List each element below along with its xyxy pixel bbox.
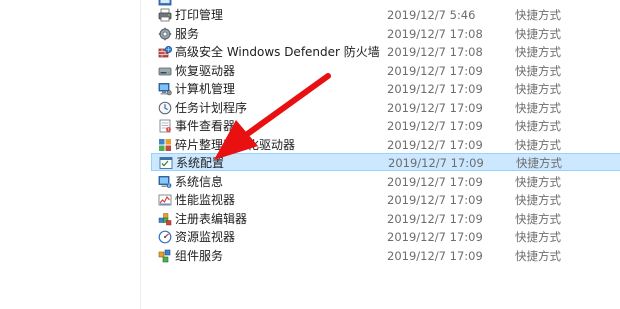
list-item[interactable]: 恢复驱动器 2019/12/7 17:09 快捷方式 [151, 62, 620, 80]
item-date: 2019/12/7 17:09 [387, 138, 483, 152]
item-type: 快捷方式 [515, 230, 561, 244]
event-viewer-icon [159, 119, 171, 133]
file-list: 打印管理 2019/12/7 5:46 快捷方式 服务 2019/12/7 17… [141, 0, 620, 309]
resource-monitor-icon [158, 230, 172, 244]
item-type: 快捷方式 [515, 82, 561, 96]
item-type: 快捷方式 [515, 101, 561, 115]
item-date: 2019/12/7 17:09 [387, 119, 483, 133]
list-item[interactable]: 事件查看器 2019/12/7 17:09 快捷方式 [151, 117, 620, 135]
list-item[interactable]: 计算机管理 2019/12/7 17:09 快捷方式 [151, 80, 620, 98]
list-item[interactable]: 高级安全 Windows Defender 防火墙 2019/12/7 17:0… [151, 43, 620, 61]
item-name: 系统信息 [175, 175, 224, 189]
computer-management-icon [158, 83, 172, 96]
item-type: 快捷方式 [515, 27, 561, 41]
item-type: 快捷方式 [515, 249, 561, 263]
item-name: 碎片整理和优化驱动器 [175, 138, 296, 152]
item-date: 2019/12/7 17:09 [387, 175, 483, 189]
print-management-icon [158, 8, 172, 22]
item-date: 2019/12/7 17:09 [387, 249, 483, 263]
system-information-icon [158, 176, 172, 188]
item-date: 2019/12/7 17:09 [387, 64, 483, 78]
list-item[interactable]: 组件服务 2019/12/7 17:09 快捷方式 [151, 247, 620, 265]
list-item[interactable]: 资源监视器 2019/12/7 17:09 快捷方式 [151, 228, 620, 246]
item-name: 事件查看器 [175, 119, 236, 133]
item-name: 系统配置 [176, 156, 225, 170]
item-type: 快捷方式 [515, 175, 561, 189]
item-name: 组件服务 [175, 249, 224, 263]
list-item[interactable]: 打印管理 2019/12/7 5:46 快捷方式 [151, 6, 620, 24]
item-type: 快捷方式 [515, 45, 561, 59]
item-name: 计算机管理 [175, 82, 236, 96]
item-date: 2019/12/7 17:08 [387, 27, 483, 41]
list-item-selected[interactable]: 系统配置 2019/12/7 17:09 快捷方式 [151, 153, 620, 171]
list-item[interactable]: 系统信息 2019/12/7 17:09 快捷方式 [151, 173, 620, 191]
item-name: 服务 [175, 27, 200, 41]
services-icon [158, 27, 172, 41]
item-type: 快捷方式 [515, 8, 561, 22]
list-item[interactable]: 碎片整理和优化驱动器 2019/12/7 17:09 快捷方式 [151, 136, 620, 154]
item-date: 2019/12/7 17:09 [387, 101, 483, 115]
item-type: 快捷方式 [515, 119, 561, 133]
list-item[interactable]: 性能监视器 2019/12/7 17:09 快捷方式 [151, 191, 620, 209]
system-configuration-icon [159, 157, 173, 169]
recovery-drive-icon [158, 67, 172, 76]
list-item[interactable]: 任务计划程序 2019/12/7 17:09 快捷方式 [151, 99, 620, 117]
item-type: 快捷方式 [515, 193, 561, 207]
item-date: 2019/12/7 17:09 [387, 82, 483, 96]
item-name: 高级安全 Windows Defender 防火墙 [175, 45, 380, 59]
navigation-pane[interactable] [0, 0, 141, 309]
defragment-icon [159, 139, 171, 151]
item-date: 2019/12/7 17:09 [387, 193, 483, 207]
item-name: 性能监视器 [175, 193, 236, 207]
item-name: 恢复驱动器 [175, 64, 236, 78]
item-date: 2019/12/7 5:46 [387, 8, 476, 22]
item-date: 2019/12/7 17:08 [387, 45, 483, 59]
registry-editor-icon [158, 213, 172, 226]
item-name: 资源监视器 [175, 230, 236, 244]
list-item[interactable]: 服务 2019/12/7 17:08 快捷方式 [151, 25, 620, 43]
item-date: 2019/12/7 17:09 [387, 212, 483, 226]
item-date: 2019/12/7 17:09 [387, 230, 483, 244]
item-type: 快捷方式 [515, 138, 561, 152]
item-name: 任务计划程序 [175, 101, 248, 115]
performance-monitor-icon [158, 194, 172, 206]
task-scheduler-icon [158, 101, 172, 115]
component-services-icon [158, 249, 171, 263]
firewall-icon [158, 46, 172, 58]
item-type: 快捷方式 [516, 156, 562, 170]
list-item[interactable]: 注册表编辑器 2019/12/7 17:09 快捷方式 [151, 210, 620, 228]
item-date: 2019/12/7 17:09 [388, 156, 484, 170]
item-type: 快捷方式 [515, 64, 561, 78]
item-name: 注册表编辑器 [175, 212, 248, 226]
item-type: 快捷方式 [515, 212, 561, 226]
item-name: 打印管理 [175, 8, 224, 22]
